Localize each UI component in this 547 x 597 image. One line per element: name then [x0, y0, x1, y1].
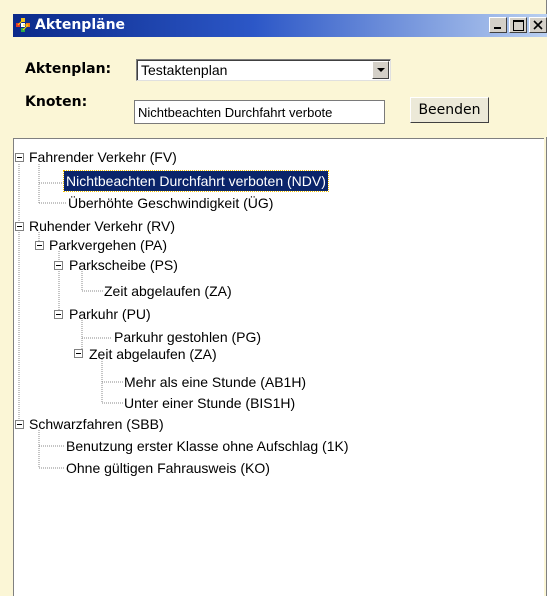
- window-controls: [487, 17, 547, 33]
- aktenplan-label: Aktenplan:: [25, 61, 112, 77]
- tree-node-fv[interactable]: Fahrender Verkehr (FV): [27, 147, 179, 167]
- tree-node-1k[interactable]: Benutzung erster Klasse ohne Aufschlag (…: [64, 436, 351, 456]
- tree-node-ps[interactable]: Parkscheibe (PS): [67, 255, 180, 275]
- aktenplan-select[interactable]: Testaktenplan: [136, 59, 391, 81]
- aktenplan-select-value: Testaktenplan: [141, 62, 228, 78]
- tree-node-ab1h[interactable]: Mehr als eine Stunde (AB1H): [122, 372, 308, 392]
- tree-node-rv[interactable]: Ruhender Verkehr (RV): [27, 216, 177, 236]
- collapse-ps-icon[interactable]: [54, 261, 63, 270]
- tree-node-ko[interactable]: Ohne gültigen Fahrausweis (KO): [64, 458, 272, 478]
- tree-node-pu[interactable]: Parkuhr (PU): [67, 304, 153, 324]
- form-area: Aktenplan: Testaktenplan Knoten: Nichtbe…: [13, 37, 547, 137]
- aktenplaene-window: Aktenpläne Aktenplan: Testaktenplan Knot…: [0, 0, 547, 596]
- close-icon: [533, 20, 543, 30]
- collapse-sbb-icon[interactable]: [15, 420, 24, 429]
- beenden-button[interactable]: Beenden: [410, 97, 489, 123]
- window-title: Aktenpläne: [35, 17, 126, 33]
- close-button[interactable]: [529, 17, 547, 33]
- tree-node-ps-za[interactable]: Zeit abgelaufen (ZA): [102, 281, 234, 301]
- tree-node-pu-za[interactable]: Zeit abgelaufen (ZA): [87, 344, 219, 364]
- tree-node-bis1h[interactable]: Unter einer Stunde (BIS1H): [122, 393, 297, 413]
- collapse-rv-icon[interactable]: [15, 222, 24, 231]
- minimize-button[interactable]: [489, 17, 507, 33]
- tree-node-pa[interactable]: Parkvergehen (PA): [47, 235, 169, 255]
- collapse-za-icon[interactable]: [74, 349, 83, 358]
- collapse-pu-icon[interactable]: [54, 310, 63, 319]
- knoten-field[interactable]: Nichtbeachten Durchfahrt verbote: [134, 100, 385, 124]
- tree-node-sbb[interactable]: Schwarzfahren (SBB): [27, 414, 166, 434]
- collapse-pa-icon[interactable]: [35, 241, 44, 250]
- maximize-button[interactable]: [509, 17, 527, 33]
- knoten-label: Knoten:: [25, 94, 88, 110]
- chevron-down-icon[interactable]: [372, 61, 389, 79]
- collapse-fv-icon[interactable]: [15, 153, 24, 162]
- tree-node-ndv[interactable]: Nichtbeachten Durchfahrt verboten (NDV): [63, 170, 329, 192]
- title-bar[interactable]: Aktenpläne: [13, 14, 547, 37]
- tree-node-ug[interactable]: Überhöhte Geschwindigkeit (ÜG): [66, 193, 275, 213]
- app-icon: [16, 18, 30, 32]
- tree-view[interactable]: Fahrender Verkehr (FV) Nichtbeachten Dur…: [13, 138, 544, 596]
